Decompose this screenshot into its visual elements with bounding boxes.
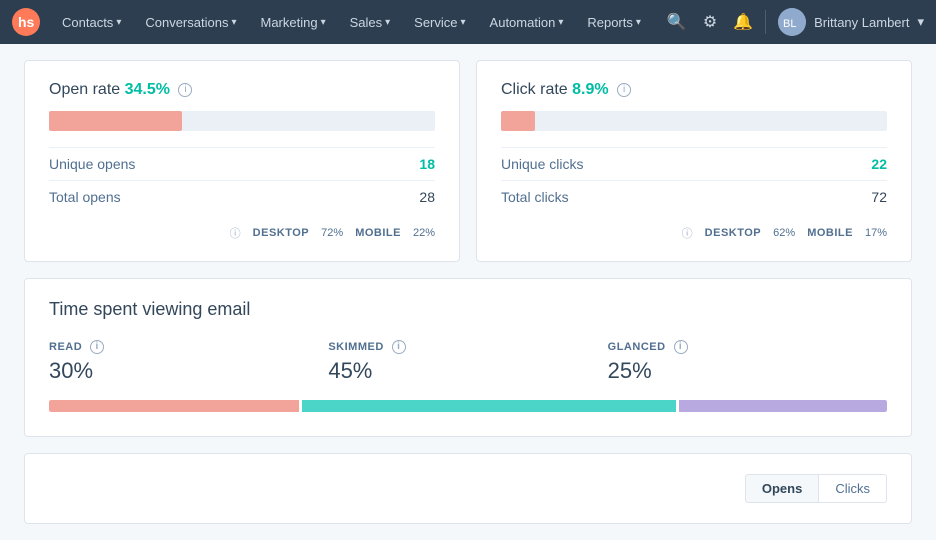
skimmed-info-icon[interactable]: i [392, 340, 406, 354]
unique-clicks-label: Unique clicks [501, 156, 583, 172]
search-icon[interactable]: 🔍 [667, 12, 687, 32]
unique-opens-value: 18 [419, 156, 435, 172]
total-opens-label: Total opens [49, 189, 121, 205]
time-bar-chart [49, 400, 887, 412]
chevron-down-icon: ▾ [558, 17, 563, 28]
open-rate-value: 34.5% [125, 81, 170, 98]
nav-divider [765, 10, 766, 34]
navbar: hs Contacts ▾ Conversations ▾ Marketing … [0, 0, 936, 44]
total-clicks-value: 72 [871, 189, 887, 205]
unique-opens-row: Unique opens 18 [49, 147, 435, 180]
desktop-label: DESKTOP [253, 227, 309, 239]
desktop-value: 62% [773, 227, 795, 239]
nav-item-service[interactable]: Service ▾ [404, 0, 475, 44]
unique-opens-label: Unique opens [49, 156, 135, 172]
desktop-label: DESKTOP [705, 227, 761, 239]
open-rate-progress-track [49, 111, 435, 131]
hubspot-logo[interactable]: hs [12, 8, 40, 36]
glanced-info-icon[interactable]: i [674, 340, 688, 354]
bottom-card: Opens Clicks [24, 453, 912, 524]
open-rate-device-row: ⓘ DESKTOP 72% MOBILE 22% [49, 225, 435, 241]
chevron-down-icon: ▾ [461, 17, 466, 28]
clicks-tab-button[interactable]: Clicks [819, 474, 887, 503]
click-rate-card: Click rate 8.9% i Unique clicks 22 Total… [476, 60, 912, 262]
total-opens-row: Total opens 28 [49, 180, 435, 213]
chevron-down-icon: ▾ [917, 14, 924, 30]
click-rate-value: 8.9% [572, 81, 608, 98]
info-small-icon: ⓘ [682, 225, 693, 241]
view-toggle-buttons: Opens Clicks [745, 474, 887, 503]
glanced-value: 25% [608, 358, 887, 384]
skimmed-value: 45% [328, 358, 607, 384]
desktop-value: 72% [321, 227, 343, 239]
time-spent-title: Time spent viewing email [49, 299, 887, 320]
click-rate-progress-fill [501, 111, 535, 131]
avatar: BL [778, 8, 806, 36]
time-spent-card: Time spent viewing email READ i 30% SKIM… [24, 278, 912, 437]
main-content: Open rate 34.5% i Unique opens 18 Total … [0, 44, 936, 540]
info-icon[interactable]: i [178, 83, 192, 97]
glanced-label: GLANCED [608, 341, 666, 353]
metrics-cards-row: Open rate 34.5% i Unique opens 18 Total … [24, 60, 912, 262]
skimmed-bar [302, 400, 676, 412]
click-rate-title: Click rate 8.9% i [501, 81, 887, 99]
read-info-icon[interactable]: i [90, 340, 104, 354]
glanced-bar [679, 400, 887, 412]
skimmed-metric: SKIMMED i 45% [328, 340, 607, 384]
svg-text:hs: hs [18, 14, 35, 30]
nav-item-marketing[interactable]: Marketing ▾ [250, 0, 335, 44]
read-metric: READ i 30% [49, 340, 328, 384]
total-clicks-row: Total clicks 72 [501, 180, 887, 213]
mobile-value: 17% [865, 227, 887, 239]
mobile-value: 22% [413, 227, 435, 239]
chevron-down-icon: ▾ [116, 17, 121, 28]
nav-item-conversations[interactable]: Conversations ▾ [135, 0, 246, 44]
svg-text:BL: BL [783, 18, 796, 30]
unique-clicks-row: Unique clicks 22 [501, 147, 887, 180]
opens-tab-button[interactable]: Opens [745, 474, 819, 503]
info-small-icon: ⓘ [230, 225, 241, 241]
click-rate-device-row: ⓘ DESKTOP 62% MOBILE 17% [501, 225, 887, 241]
click-rate-progress-track [501, 111, 887, 131]
skimmed-label: SKIMMED [328, 341, 383, 353]
open-rate-progress-fill [49, 111, 182, 131]
nav-item-sales[interactable]: Sales ▾ [340, 0, 401, 44]
time-metrics-row: READ i 30% SKIMMED i 45% GLANCED i 25% [49, 340, 887, 384]
nav-item-contacts[interactable]: Contacts ▾ [52, 0, 131, 44]
unique-clicks-value: 22 [871, 156, 887, 172]
read-label: READ [49, 341, 82, 353]
info-icon[interactable]: i [617, 83, 631, 97]
read-bar [49, 400, 299, 412]
nav-user[interactable]: BL Brittany Lambert ▾ [778, 8, 924, 36]
notifications-icon[interactable]: 🔔 [733, 12, 753, 32]
total-opens-value: 28 [419, 189, 435, 205]
mobile-label: MOBILE [355, 227, 401, 239]
mobile-label: MOBILE [807, 227, 853, 239]
nav-item-reports[interactable]: Reports ▾ [577, 0, 651, 44]
glanced-metric: GLANCED i 25% [608, 340, 887, 384]
total-clicks-label: Total clicks [501, 189, 569, 205]
user-name: Brittany Lambert [814, 15, 909, 30]
chevron-down-icon: ▾ [321, 17, 326, 28]
chevron-down-icon: ▾ [636, 17, 641, 28]
open-rate-card: Open rate 34.5% i Unique opens 18 Total … [24, 60, 460, 262]
nav-item-automation[interactable]: Automation ▾ [480, 0, 574, 44]
chevron-down-icon: ▾ [231, 17, 236, 28]
nav-icons: 🔍 ⚙ 🔔 [667, 12, 753, 32]
open-rate-title: Open rate 34.5% i [49, 81, 435, 99]
chevron-down-icon: ▾ [385, 17, 390, 28]
settings-icon[interactable]: ⚙ [703, 12, 717, 32]
read-value: 30% [49, 358, 328, 384]
